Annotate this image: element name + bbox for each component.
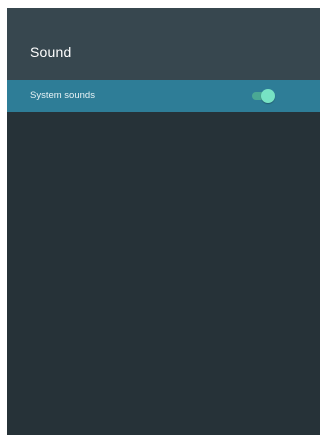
system-sounds-row[interactable]: System sounds (7, 80, 320, 112)
header: Sound (7, 8, 320, 80)
system-sounds-label: System sounds (30, 90, 95, 101)
page-title: Sound (30, 44, 72, 60)
system-sounds-toggle[interactable] (250, 88, 276, 104)
toggle-thumb (261, 89, 275, 103)
sound-settings-screen: Sound System sounds (7, 8, 320, 435)
